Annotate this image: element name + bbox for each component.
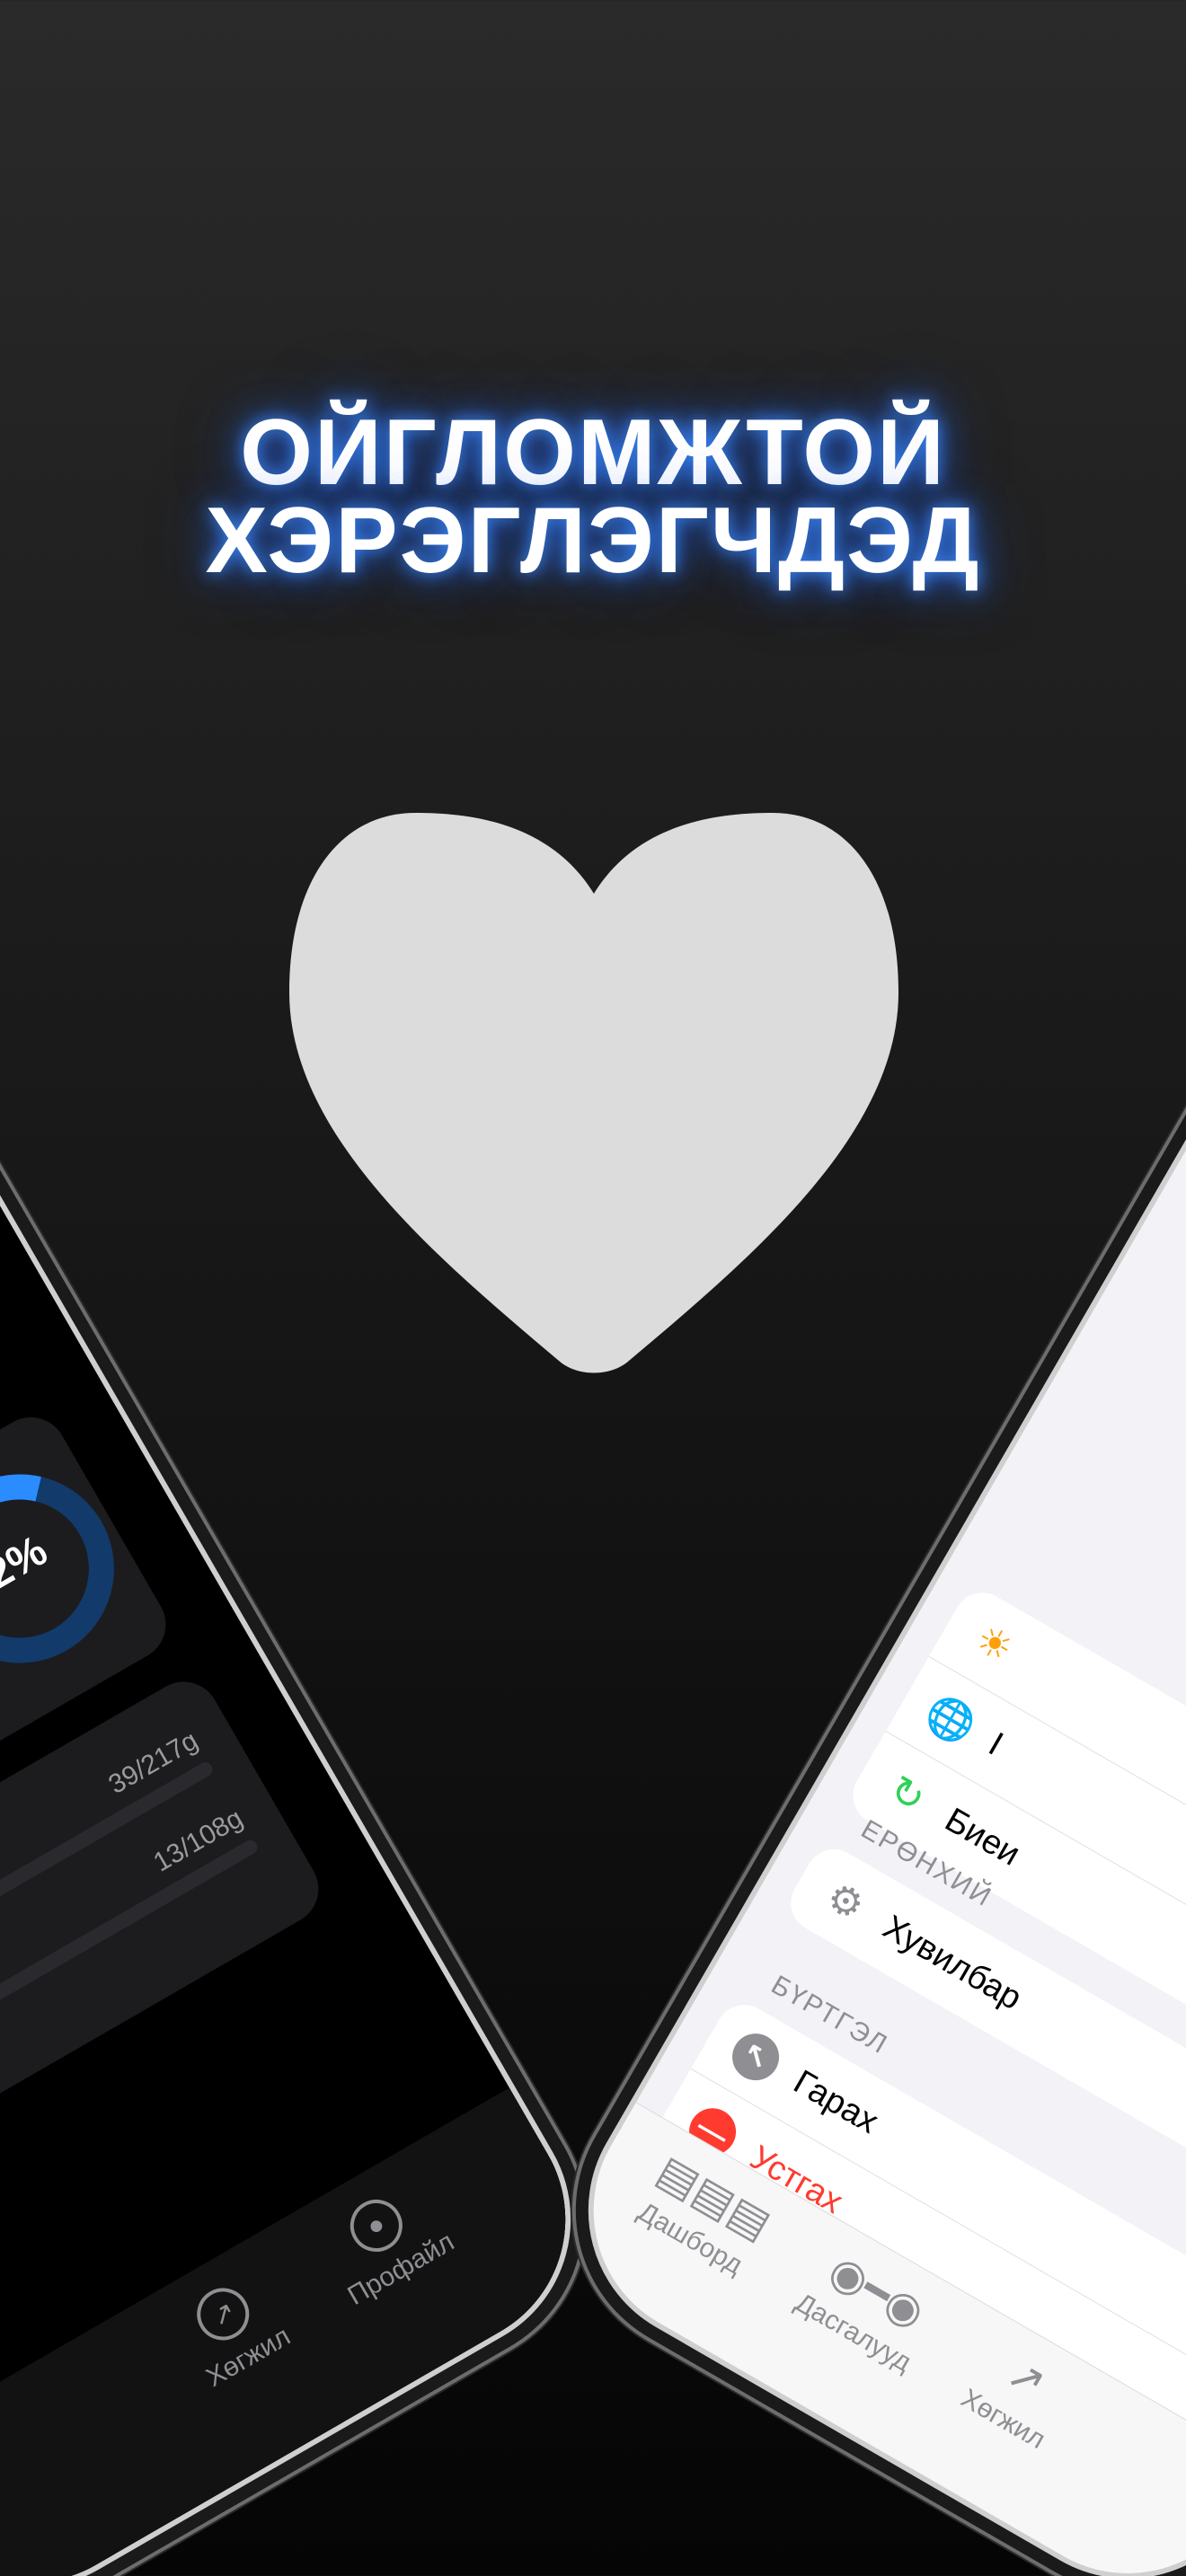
heart-icon: [289, 813, 898, 1373]
settings-row-label: Гарах: [787, 2063, 885, 2141]
macros-card: 39/217g 13/108g: [0, 1668, 332, 2217]
headline: ОЙГЛОМЖТОЙ ХЭРЭГЛЭГЧДЭД: [0, 401, 1186, 593]
sync-icon: ↻: [881, 1766, 934, 1822]
tab-progress[interactable]: ↗ Хөгжил: [919, 2333, 1079, 2519]
settings-row-label: I: [982, 1725, 1010, 1763]
tab-progress[interactable]: ↗ Хөгжил: [171, 2269, 340, 2470]
tab-dashboard[interactable]: ▤▤▤ Дашборд: [593, 2146, 779, 2346]
refresh-icon[interactable]: ↻: [0, 1332, 12, 1389]
tab-profile[interactable]: ● Профайл: [313, 2174, 504, 2387]
gear-icon: ⚙: [819, 1873, 872, 1929]
left-tab-bar: ↗ Хөгжил ● Профайл: [0, 2087, 613, 2576]
globe-icon: 🌐: [918, 1688, 984, 1751]
settings-row-label: Хувилбар: [876, 1908, 1029, 2017]
arrow-up-right-circle-icon: ↗: [998, 2349, 1055, 2409]
headline-line-2: ХЭРЭГЛЭГЧДЭД: [205, 489, 981, 593]
headline-line-1: ОЙГЛОМЖТОЙ: [240, 401, 946, 505]
sun-icon: ☀: [967, 1616, 1021, 1672]
logout-icon: ↖: [723, 2025, 788, 2089]
tab-workouts[interactable]: ◉━◉ Дасгалууд: [754, 2238, 945, 2442]
